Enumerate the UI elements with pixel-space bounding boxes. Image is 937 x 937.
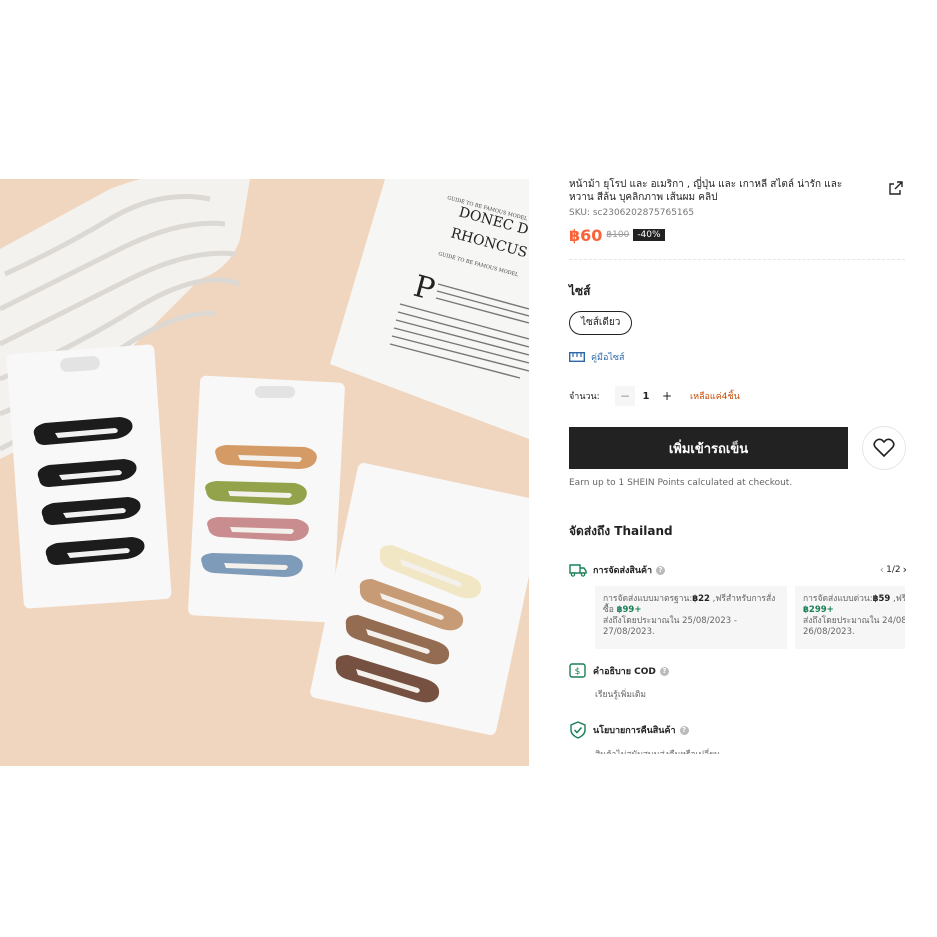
cod-icon: $	[569, 663, 586, 678]
return-policy-text: สินค้าไม่สนับสนุนส่งคืนหรือเปลี่ยน	[595, 747, 909, 754]
points-note: Earn up to 1 SHEIN Points calculated at …	[569, 478, 793, 488]
product-image[interactable]: GUIDE TO BE FAMOUS MODEL DONEC D RHONCUS…	[0, 179, 529, 766]
size-guide-label: คู่มือไซส์	[591, 353, 625, 363]
sale-price: ฿60	[569, 225, 603, 245]
size-guide-link[interactable]: คู่มือไซส์	[569, 351, 909, 363]
cod-section-header: $ คำอธิบาย COD ?	[569, 663, 909, 679]
help-icon[interactable]: ?	[656, 565, 666, 575]
shipping-destination-title: จัดส่งถึง Thailand	[569, 524, 673, 538]
shipping-options-carousel: การจัดส่งแบบมาตรฐาน:฿22 ,ฟรีสำหรับการสั่…	[595, 586, 905, 649]
shipping-option-standard[interactable]: การจัดส่งแบบมาตรฐาน:฿22 ,ฟรีสำหรับการสั่…	[595, 586, 787, 649]
clip-card-black	[6, 344, 172, 609]
shipping-section-header: การจัดส่งสินค้า ? ‹ 1/2 ›	[569, 563, 909, 577]
discount-badge: -40%	[633, 229, 665, 241]
low-stock-note: เหลือแค่4ชิ้น	[690, 392, 740, 402]
pager-text: 1/2	[886, 564, 901, 575]
original-price: ฿100	[606, 230, 630, 240]
ruler-icon	[569, 352, 585, 362]
quantity-row: จำนวน: − 1 + เหลือแค่4ชิ้น	[569, 386, 909, 406]
shipping-pager: ‹ 1/2 ›	[878, 563, 909, 576]
cart-row: เพิ่มเข้ารถเข็น	[569, 426, 909, 470]
heart-icon	[873, 438, 895, 458]
shipping-section-label: การจัดส่งสินค้า	[593, 566, 653, 576]
svg-text:$: $	[575, 667, 581, 677]
product-title: หน้าม้า ยุโรป และ อเมริกา , ญี่ปุ่น และ …	[569, 179, 843, 203]
cod-label: คำอธิบาย COD	[593, 667, 656, 677]
clip-card-pastel	[188, 375, 345, 623]
price-row: ฿60 ฿100 -40%	[569, 225, 909, 245]
return-policy-label: นโยบายการคืนสินค้า	[593, 726, 676, 736]
quantity-decrease-button[interactable]: −	[615, 386, 635, 406]
quantity-value[interactable]: 1	[635, 391, 657, 402]
wishlist-button[interactable]	[862, 426, 906, 470]
quantity-increase-button[interactable]: +	[657, 386, 677, 406]
cod-learn-more-link[interactable]: เรียนรู้เพิ่มเติม	[595, 687, 909, 701]
truck-icon	[569, 564, 587, 577]
shield-check-icon	[570, 721, 586, 739]
chevron-right-icon[interactable]: ›	[903, 563, 907, 576]
shipping-option-express[interactable]: การจัดส่งแบบด่วน:฿59 ,ฟรีสำหรับการสั่ง ซ…	[795, 586, 905, 649]
product-details-panel: หน้าม้า ยุโรป และ อเมริกา , ญี่ปุ่น และ …	[569, 178, 909, 754]
add-to-cart-button[interactable]: เพิ่มเข้ารถเข็น	[569, 427, 848, 469]
size-label: ไซส์	[569, 284, 591, 298]
quantity-label: จำนวน:	[569, 392, 600, 402]
chevron-left-icon[interactable]: ‹	[880, 563, 884, 576]
return-policy-header: นโยบายการคืนสินค้า ?	[569, 721, 909, 739]
divider	[569, 259, 905, 260]
product-sku: SKU: sc2306202875765165	[569, 208, 695, 218]
help-icon[interactable]: ?	[679, 725, 689, 735]
help-icon[interactable]: ?	[659, 666, 669, 676]
share-icon[interactable]	[888, 180, 906, 198]
size-option-one-size[interactable]: ไซส์เดียว	[569, 311, 633, 335]
